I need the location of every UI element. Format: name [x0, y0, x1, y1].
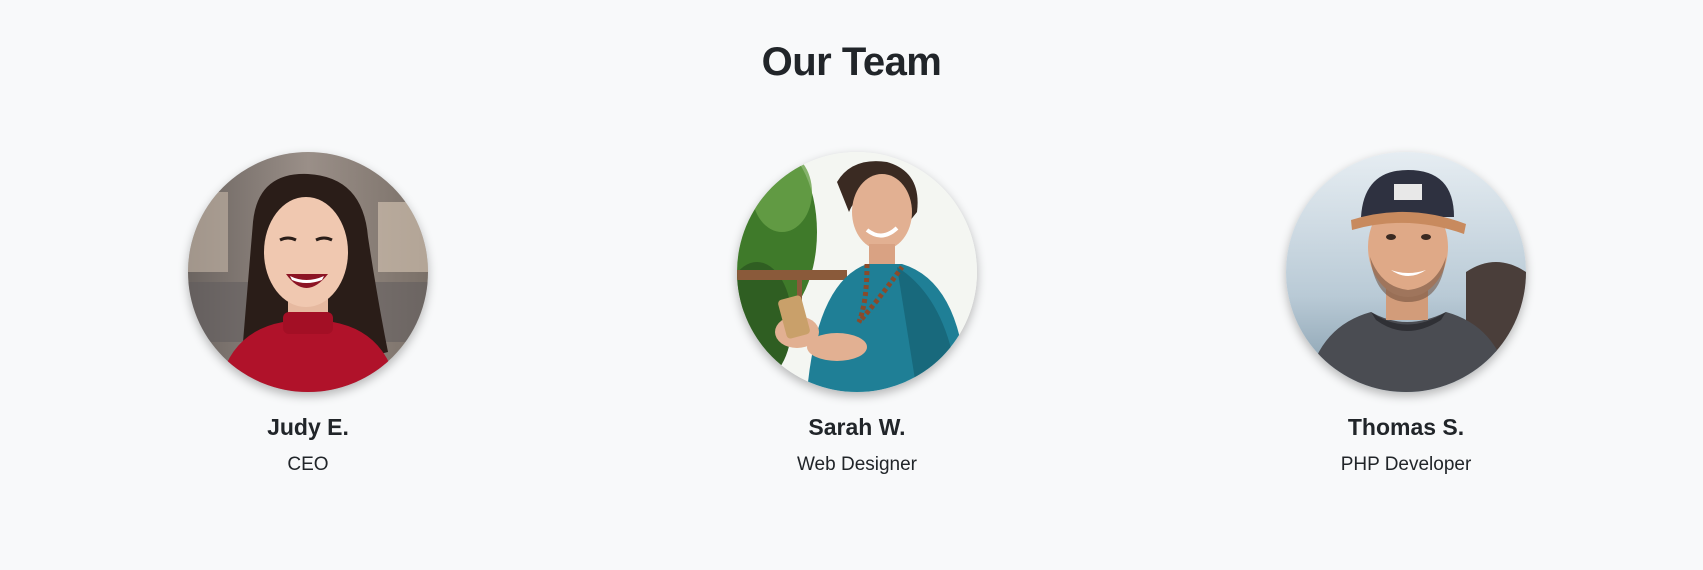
section-title: Our Team	[761, 40, 942, 84]
member-photo	[1286, 152, 1526, 392]
woman-with-phone-photo	[737, 152, 977, 392]
team-section: Our Team Judy E. CEO Sarah W. Web Design…	[0, 0, 1703, 570]
team-member-card: Thomas S. PHP Developer	[1246, 152, 1566, 477]
team-member-card: Judy E. CEO	[148, 152, 468, 477]
member-photo	[737, 152, 977, 392]
woman-laughing-photo	[188, 152, 428, 392]
member-name: Sarah W.	[808, 414, 906, 440]
member-role: PHP Developer	[1340, 454, 1472, 475]
member-role: Web Designer	[796, 454, 918, 475]
member-name: Judy E.	[267, 414, 349, 440]
man-with-cap-photo	[1286, 152, 1526, 392]
team-member-card: Sarah W. Web Designer	[697, 152, 1017, 477]
member-photo	[188, 152, 428, 392]
member-role: CEO	[287, 454, 329, 475]
member-name: Thomas S.	[1347, 414, 1465, 440]
